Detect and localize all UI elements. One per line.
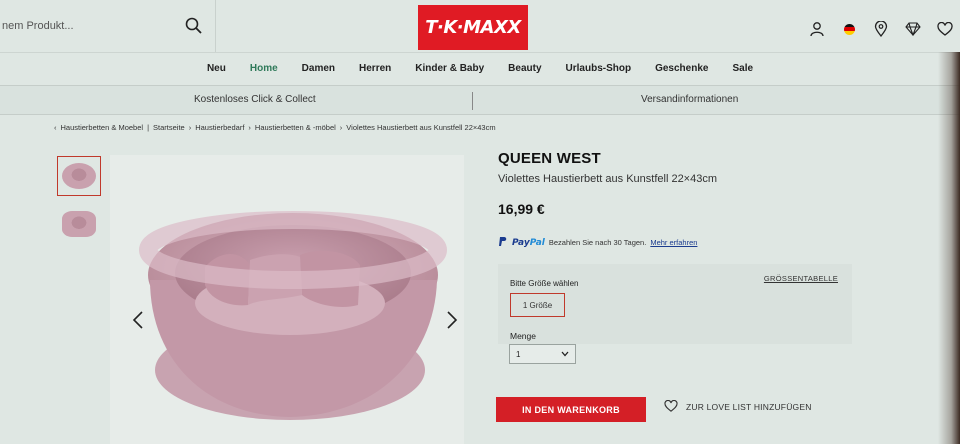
pet-bed-thumbnail-image (62, 211, 96, 237)
nav-item-damen[interactable]: Damen (290, 53, 347, 84)
size-option-one-size[interactable]: 1 Größe (510, 293, 565, 317)
wishlist-heart-icon[interactable] (936, 20, 954, 38)
paypal-logo-a: Pay (512, 237, 530, 248)
breadcrumb-back[interactable]: Haustierbetten & Moebel (61, 123, 144, 132)
size-chart-link[interactable]: GRÖSSENTABELLE (764, 274, 838, 283)
language-flag-de-icon[interactable] (840, 20, 858, 38)
main-navigation: Neu Home Damen Herren Kinder & Baby Beau… (0, 52, 960, 84)
size-selector: Bitte Größe wählen GRÖSSENTABELLE 1 Größ… (498, 264, 852, 344)
thumbnail-1[interactable] (57, 156, 101, 196)
service-bar: Kostenloses Click & Collect Versandinfor… (0, 85, 960, 115)
paypal-logo: PayPal (512, 238, 545, 248)
quantity-label: Menge (510, 331, 536, 341)
nav-item-home[interactable]: Home (238, 53, 290, 84)
heart-icon (664, 399, 678, 414)
gallery-next-button[interactable] (442, 305, 462, 335)
chevron-down-icon (561, 350, 569, 359)
search-input[interactable] (0, 14, 170, 38)
header-icons (808, 18, 960, 40)
breadcrumb-current: Violettes Haustierbett aus Kunstfell 22×… (346, 123, 496, 132)
nav-item-urlaubs-shop[interactable]: Urlaubs-Shop (554, 53, 644, 84)
paypal-icon (498, 236, 508, 249)
diamond-icon[interactable] (904, 20, 922, 38)
paypal-logo-b: Pal (529, 237, 545, 248)
product-image[interactable] (110, 155, 464, 444)
monitor-frame-edge (938, 52, 960, 444)
chevron-right-icon: › (248, 123, 251, 132)
thumbnail-list (57, 156, 103, 252)
chevron-right-icon: › (339, 123, 343, 132)
product-title: Violettes Haustierbett aus Kunstfell 22×… (498, 173, 718, 185)
nav-item-neu[interactable]: Neu (195, 53, 238, 84)
nav-item-herren[interactable]: Herren (347, 53, 403, 84)
breadcrumb: ‹ Haustierbetten & Moebel | Startseite ›… (54, 123, 496, 132)
breadcrumb-item[interactable]: Haustierbedarf (195, 123, 244, 132)
store-locator-icon[interactable] (872, 20, 890, 38)
paypal-text: Bezahlen Sie nach 30 Tagen. (548, 238, 647, 247)
add-to-cart-button[interactable]: IN DEN WARENKORB (496, 397, 646, 422)
search-icon[interactable] (184, 16, 204, 36)
logo-text: T·K·MAXX (425, 17, 521, 38)
nav-item-kinder-baby[interactable]: Kinder & Baby (403, 53, 496, 84)
nav-item-beauty[interactable]: Beauty (496, 53, 553, 84)
search-bar (0, 0, 216, 52)
paypal-more-link[interactable]: Mehr erfahren (650, 238, 697, 247)
nav-item-sale[interactable]: Sale (720, 53, 765, 84)
product-price: 16,99 € (498, 201, 545, 217)
breadcrumb-item[interactable]: Startseite (153, 123, 185, 132)
chevron-right-icon: › (188, 123, 192, 132)
love-list-label: ZUR LOVE LIST HINZUFÜGEN (686, 402, 812, 412)
gallery-prev-button[interactable] (128, 305, 148, 335)
click-collect-link[interactable]: Kostenloses Click & Collect (194, 94, 316, 105)
quantity-value: 1 (516, 349, 521, 359)
product-page: T·K·MAXX Neu Home Damen Herren Kinder & … (0, 0, 960, 444)
nav-item-geschenke[interactable]: Geschenke (643, 53, 720, 84)
thumbnail-2[interactable] (57, 204, 101, 244)
size-label: Bitte Größe wählen (510, 279, 579, 288)
paypal-info: PayPal Bezahlen Sie nach 30 Tagen. Mehr … (498, 236, 697, 249)
product-info: QUEEN WEST Violettes Haustierbett aus Ku… (498, 150, 858, 217)
account-icon[interactable] (808, 20, 826, 38)
pet-bed-thumbnail-image (62, 163, 96, 189)
add-to-love-list-button[interactable]: ZUR LOVE LIST HINZUFÜGEN (664, 399, 812, 414)
breadcrumb-item[interactable]: Haustierbetten & -möbel (255, 123, 336, 132)
product-brand: QUEEN WEST (498, 150, 601, 167)
shipping-info-link[interactable]: Versandinformationen (641, 94, 738, 105)
quantity-select[interactable]: 1 (509, 344, 576, 364)
chevron-left-icon: ‹ (54, 123, 57, 132)
tkmaxx-logo[interactable]: T·K·MAXX (418, 5, 528, 50)
service-divider (472, 92, 473, 110)
breadcrumb-separator: | (147, 123, 150, 132)
